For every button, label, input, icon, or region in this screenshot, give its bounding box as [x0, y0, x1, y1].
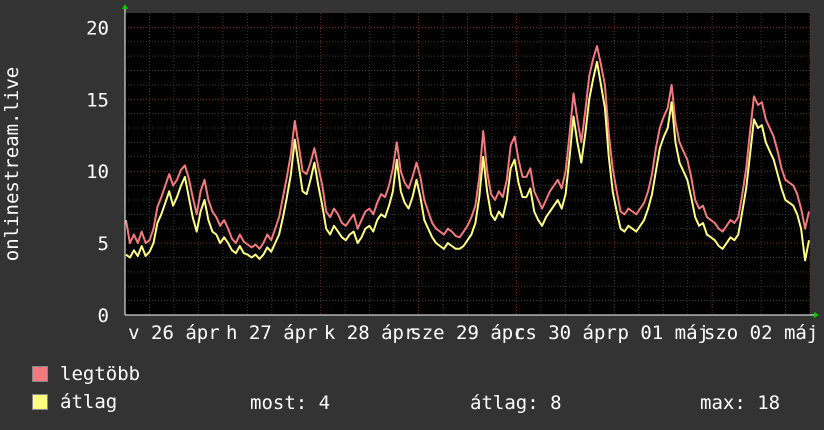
- y-axis-arrow: [122, 4, 128, 9]
- stat-most: most: 4: [250, 392, 331, 414]
- legend-label-atlag: átlag: [60, 391, 118, 413]
- y-tick-label: 15: [86, 89, 109, 111]
- chart: 0 5 10 15 20 v 26 ápr h 27 ápr k 28 áprsze 29 á…: [1, 4, 819, 344]
- x-axis-arrow: [814, 312, 819, 318]
- x-tick-label: sze 29 ápr: [410, 322, 524, 344]
- x-tick-label: p 01 máj: [617, 322, 709, 344]
- x-tick-label: cs 30 ápr: [514, 322, 617, 344]
- legend-swatch-atlag: [32, 394, 48, 410]
- x-tick-label: h 27 ápr: [226, 322, 318, 344]
- legend-item-atlag: átlag: [32, 391, 118, 413]
- y-tick-label: 10: [86, 161, 109, 183]
- stat-atlag: átlag: 8: [470, 392, 562, 414]
- legend-label-legtobb: legtöbb: [60, 363, 141, 385]
- legend-item-legtobb: legtöbb: [32, 363, 141, 385]
- x-tick-label: szo 02 máj: [704, 322, 818, 344]
- y-axis-title: onlinestream.live: [1, 67, 23, 261]
- legend-swatch-legtobb: [32, 366, 48, 382]
- y-tick-label: 0: [98, 305, 109, 327]
- y-tick-label: 5: [98, 233, 109, 255]
- x-tick-label: v 26 ápr: [128, 322, 220, 344]
- x-tick-label: k 28 ápr: [324, 322, 416, 344]
- stat-max: max: 18: [700, 392, 781, 414]
- y-tick-label: 20: [86, 17, 109, 39]
